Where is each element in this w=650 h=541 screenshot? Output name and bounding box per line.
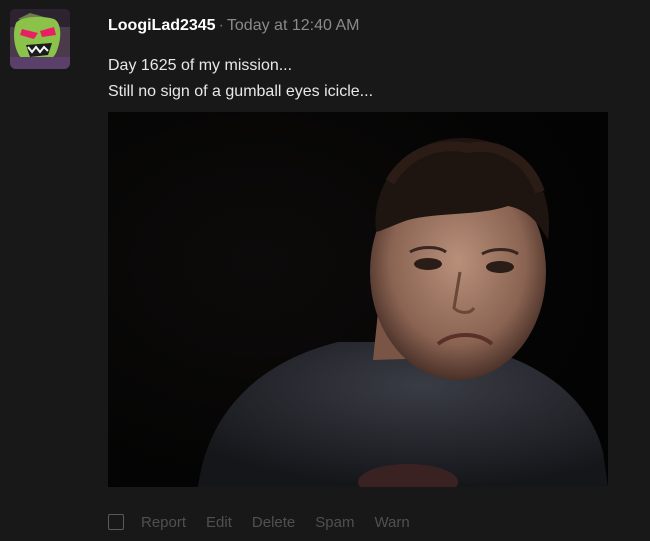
spam-link[interactable]: Spam (315, 514, 354, 531)
username[interactable]: LoogiLad2345 (108, 17, 216, 34)
alien-avatar-icon (10, 9, 70, 69)
edit-link[interactable]: Edit (206, 514, 232, 531)
timestamp[interactable]: Today at 12:40 AM (227, 17, 360, 34)
select-checkbox[interactable] (108, 514, 124, 530)
photo-attachment-icon (108, 112, 608, 487)
message-line: Still no sign of a gumball eyes icicle..… (108, 83, 374, 100)
message-body: Day 1625 of my mission... Still no sign … (108, 53, 373, 105)
post-header: LoogiLad2345 · Today at 12:40 AM (108, 15, 359, 37)
header-separator: · (218, 17, 224, 34)
message-post: LoogiLad2345 · Today at 12:40 AM Day 1625 … (0, 0, 650, 541)
warn-link[interactable]: Warn (374, 514, 409, 531)
delete-link[interactable]: Delete (252, 514, 295, 531)
post-actions: Report Edit Delete Spam Warn (108, 512, 430, 532)
report-link[interactable]: Report (141, 514, 186, 531)
image-attachment[interactable] (108, 112, 608, 487)
user-avatar[interactable] (10, 9, 70, 69)
message-line: Day 1625 of my mission... (108, 57, 293, 74)
